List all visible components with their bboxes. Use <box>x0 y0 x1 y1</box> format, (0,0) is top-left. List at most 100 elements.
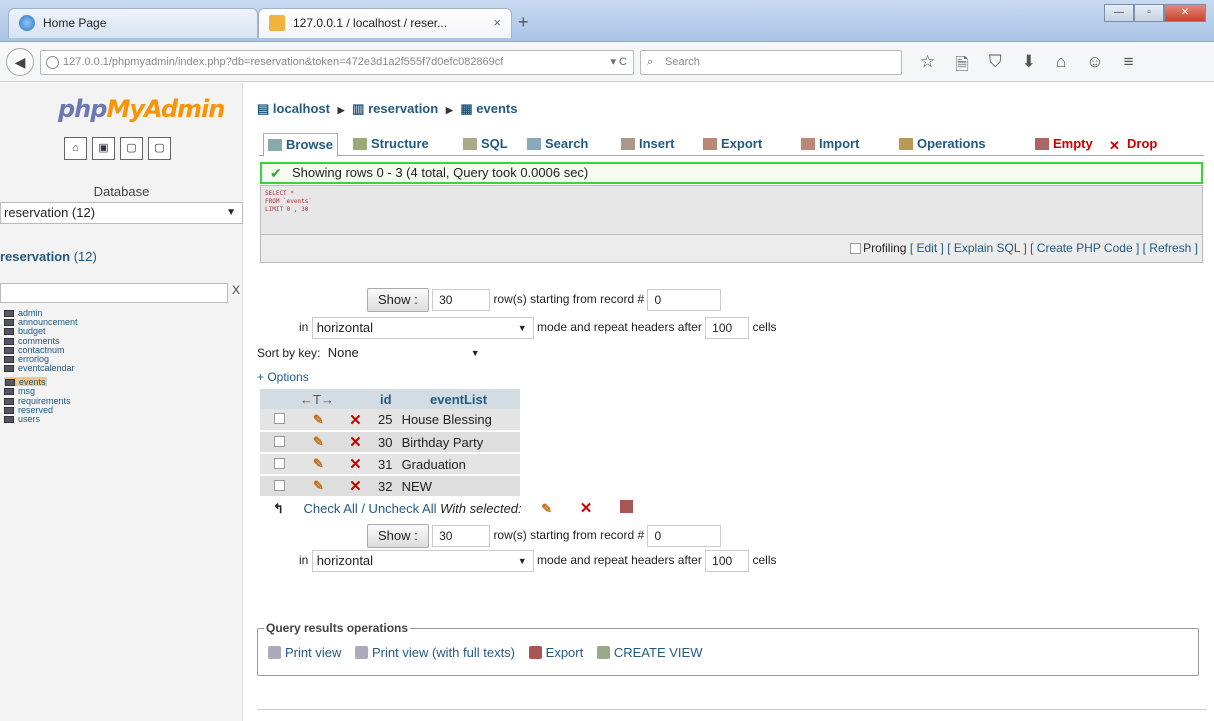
home-icon[interactable]: ⌂ <box>64 137 87 160</box>
column-arrows: ←T→ <box>260 389 374 409</box>
table-item-users[interactable]: users <box>4 414 243 424</box>
show-button[interactable]: Show : <box>367 524 429 548</box>
bookmark-star-icon[interactable]: ☆ <box>920 52 935 81</box>
breadcrumb-database[interactable]: reservation <box>368 101 438 116</box>
display-mode-select[interactable]: horizontal ▼ <box>311 317 534 339</box>
pocket-icon[interactable]: ⛉ <box>989 52 1002 81</box>
delete-icon[interactable]: ✕ <box>349 456 362 473</box>
column-header-id[interactable]: id <box>374 389 398 409</box>
edit-pencil-icon[interactable]: ✎ <box>313 478 324 493</box>
bulk-edit-icon[interactable]: ✎ <box>541 501 552 516</box>
menu-icon[interactable]: ≡ <box>1124 52 1134 81</box>
back-button[interactable]: ◀ <box>6 48 34 76</box>
sql-query-window-icon[interactable]: ▣ <box>92 137 115 160</box>
table-item-eventcalendar[interactable]: eventcalendar <box>4 364 243 373</box>
tab-import[interactable]: Import <box>797 133 863 157</box>
row-checkbox[interactable] <box>274 413 286 424</box>
reload-icon[interactable]: ▾ C <box>610 51 627 74</box>
create-view-link[interactable]: CREATE VIEW <box>614 645 703 660</box>
back-arrow-icon: ◀ <box>14 54 26 70</box>
phpmyadmin-logo[interactable]: phpMyAdmin <box>58 95 225 123</box>
start-record-input[interactable]: 0 <box>647 525 722 547</box>
options-link[interactable]: + Options <box>257 370 309 384</box>
tab-close-icon[interactable]: × <box>493 9 501 37</box>
create-php-link[interactable]: [ Create PHP Code ] <box>1030 241 1139 255</box>
repeat-headers-input[interactable]: 100 <box>705 317 750 339</box>
reading-list-icon[interactable]: 🗎 <box>955 52 969 81</box>
table-filter-input[interactable] <box>0 283 228 303</box>
minimize-button[interactable]: — <box>1104 4 1134 22</box>
tab-browse[interactable]: Browse <box>263 133 338 157</box>
home-icon[interactable]: ⌂ <box>1056 52 1066 81</box>
tab-export[interactable]: Export <box>699 133 766 157</box>
tab-label: Import <box>819 136 860 151</box>
breadcrumb-server[interactable]: localhost <box>273 101 330 116</box>
chat-icon[interactable]: ☺ <box>1086 52 1103 81</box>
tab-label: Search <box>545 136 589 151</box>
drop-icon: ✕ <box>1109 138 1120 153</box>
repeat-headers-input[interactable]: 100 <box>705 550 750 572</box>
cells-label: cells <box>752 553 777 568</box>
print-full-link[interactable]: Print view (with full texts) <box>372 645 515 660</box>
browser-tab-phpmyadmin[interactable]: 127.0.0.1 / localhost / reser... × <box>258 8 512 38</box>
wiki-icon[interactable]: ▢ <box>148 137 171 160</box>
close-window-button[interactable]: ✕ <box>1164 4 1206 22</box>
url-bar[interactable]: 127.0.0.1/phpmyadmin/index.php?db=reserv… <box>40 50 634 75</box>
maximize-button[interactable]: ▫ <box>1134 4 1164 22</box>
database-heading-name: reservation <box>0 249 71 264</box>
logo-myadmin-text: MyAdmin <box>106 95 225 123</box>
database-select[interactable]: reservation (12) ▼ <box>0 202 243 224</box>
sidebar-icon-row: ⌂ ▣ ▢ ▢ <box>64 137 171 160</box>
tab-empty[interactable]: Empty <box>1031 133 1097 157</box>
chevron-down-icon: ▼ <box>517 556 527 566</box>
profiling-checkbox[interactable] <box>850 243 862 254</box>
refresh-link[interactable]: [ Refresh ] <box>1143 241 1198 255</box>
print-view-link[interactable]: Print view <box>285 645 341 660</box>
row-checkbox[interactable] <box>274 479 286 491</box>
tab-search[interactable]: Search <box>523 133 592 157</box>
check-all-link[interactable]: Check All / Uncheck All <box>304 501 437 516</box>
clear-filter-button[interactable]: X <box>232 283 240 297</box>
edit-link[interactable]: [ Edit ] <box>910 241 944 255</box>
download-icon[interactable]: ⬇ <box>1022 52 1036 81</box>
print-icon <box>354 646 368 659</box>
edit-pencil-icon[interactable]: ✎ <box>313 434 324 449</box>
start-record-input[interactable]: 0 <box>647 289 722 311</box>
starting-label: row(s) starting from record # <box>493 528 645 543</box>
top-nav-row-2: in horizontal ▼ mode and repeat headers a… <box>299 317 777 339</box>
delete-icon[interactable]: ✕ <box>349 412 362 429</box>
bulk-delete-icon[interactable]: ✕ <box>580 500 593 517</box>
tab-sql[interactable]: SQL <box>459 133 512 157</box>
documentation-icon[interactable]: ▢ <box>120 137 143 160</box>
export-link[interactable]: Export <box>546 645 584 660</box>
bulk-export-icon[interactable] <box>620 500 633 513</box>
search-input[interactable]: ⌕ Search <box>640 50 902 75</box>
rows-count-input[interactable]: 30 <box>432 525 491 547</box>
breadcrumb-table[interactable]: events <box>476 101 517 116</box>
rows-count-input[interactable]: 30 <box>432 289 491 311</box>
delete-icon[interactable]: ✕ <box>349 478 362 495</box>
row-checkbox[interactable] <box>274 435 286 447</box>
edit-pencil-icon[interactable]: ✎ <box>313 456 324 471</box>
display-mode-select[interactable]: horizontal ▼ <box>311 550 534 572</box>
tab-drop[interactable]: ✕ Drop <box>1105 133 1161 157</box>
tab-operations[interactable]: Operations <box>895 133 990 157</box>
tab-insert[interactable]: Insert <box>617 133 678 157</box>
show-button[interactable]: Show : <box>367 288 429 312</box>
explain-sql-link[interactable]: [ Explain SQL ] <box>947 241 1027 255</box>
tab-structure[interactable]: Structure <box>349 133 433 157</box>
tab-label: Structure <box>371 136 429 151</box>
row-checkbox[interactable] <box>274 457 286 469</box>
table-item-events[interactable]: events <box>4 376 47 386</box>
tab-label: SQL <box>481 136 508 151</box>
column-header-eventlist[interactable]: eventList <box>397 389 520 409</box>
sort-key-select[interactable]: None ▼ <box>323 343 486 365</box>
table-icon: ▦ <box>460 101 473 116</box>
sql-links-row: Profiling [ Edit ] [ Explain SQL ] [ Cre… <box>260 235 1203 263</box>
database-label: Database <box>93 184 150 199</box>
database-heading[interactable]: reservation (12) <box>0 249 97 264</box>
browser-tab-home[interactable]: Home Page <box>8 8 258 38</box>
new-tab-button[interactable]: + <box>518 12 529 33</box>
delete-icon[interactable]: ✕ <box>349 434 362 451</box>
edit-pencil-icon[interactable]: ✎ <box>313 412 324 427</box>
